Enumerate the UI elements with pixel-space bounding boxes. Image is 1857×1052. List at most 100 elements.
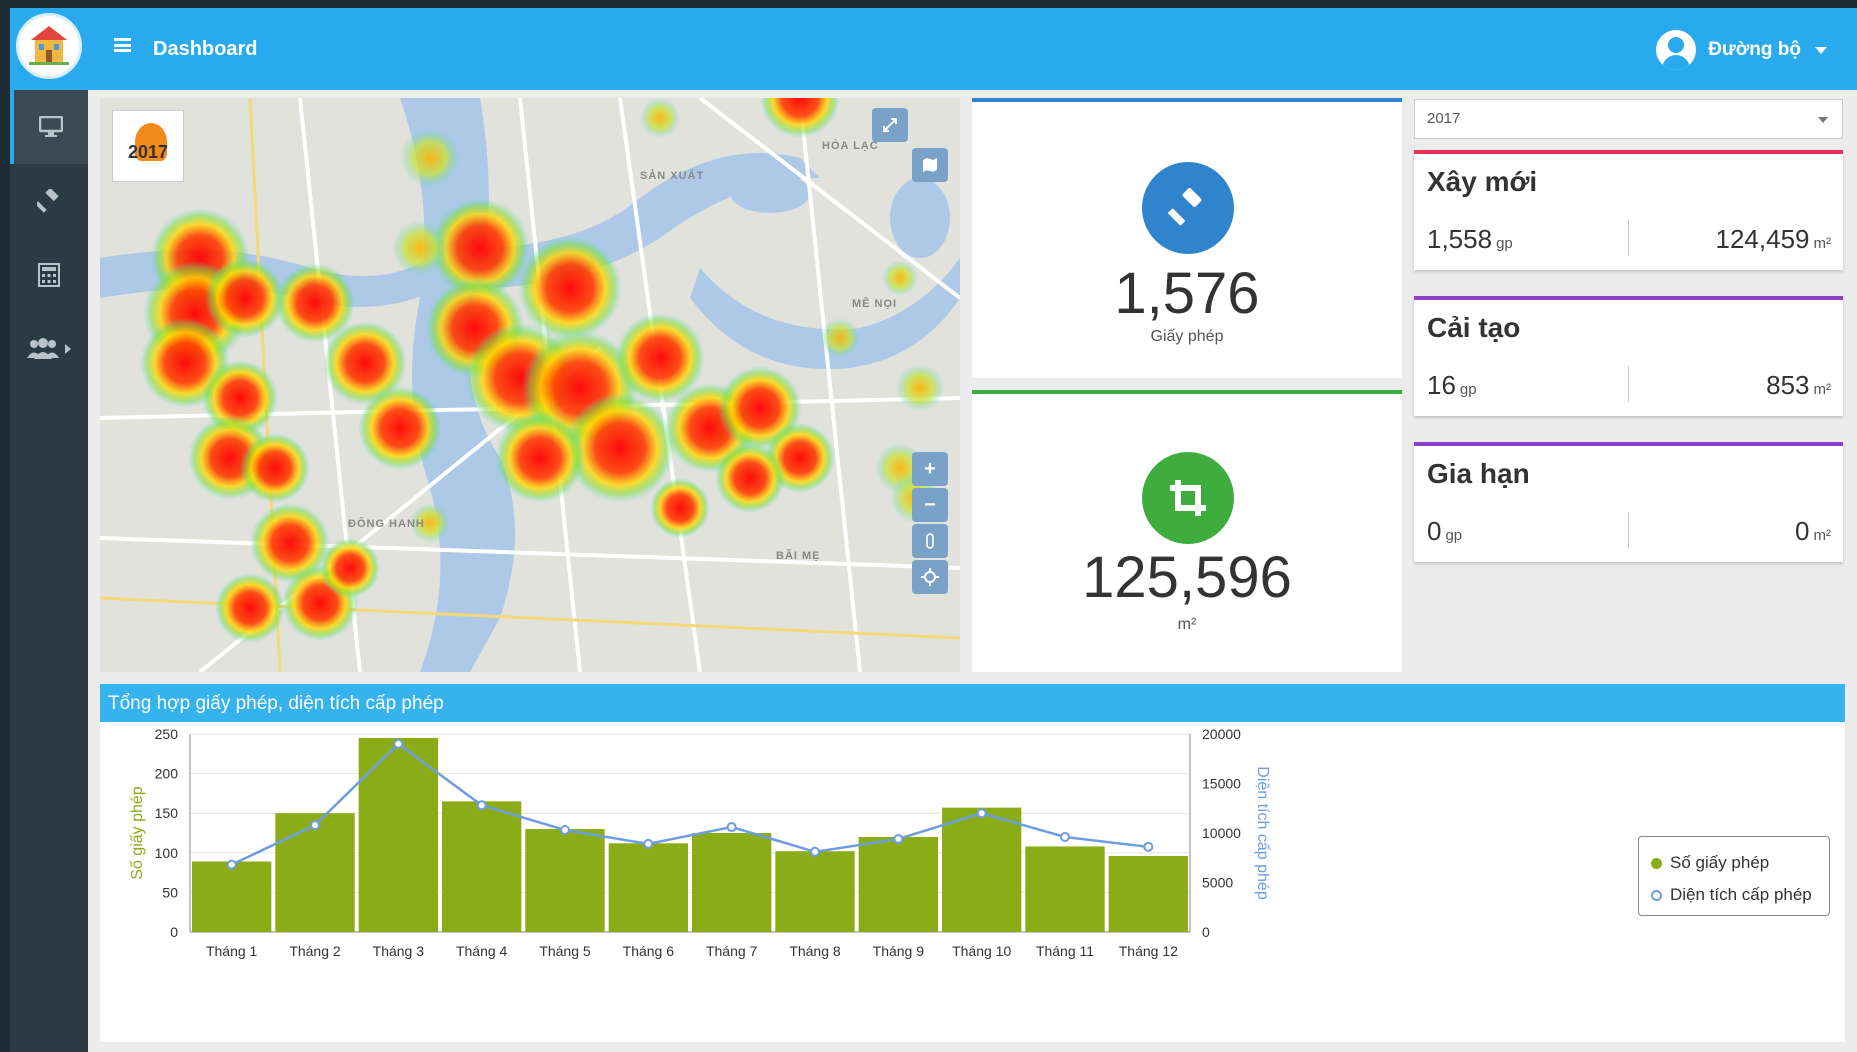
sidebar-item-dashboard[interactable] xyxy=(10,90,88,164)
y-tick-label: 250 xyxy=(155,726,179,742)
map-place-label: MÊ NỌI xyxy=(852,298,898,310)
user-name: Đường bộ xyxy=(1708,39,1801,60)
type-card-count: 0 gp xyxy=(1427,516,1463,546)
heatmap-map[interactable]: HÒA LẠC MÊ NỌI BÃI MẸ ĐÔNG HANH SẢN XUẤT… xyxy=(100,98,960,672)
x-tick-label: Tháng 10 xyxy=(952,943,1011,959)
y-tick-label: 100 xyxy=(155,845,179,861)
year-select-value: 2017 xyxy=(1427,110,1461,127)
map-place-label: HÒA LẠC xyxy=(822,140,879,152)
type-card-extension[interactable]: Gia hạn 0 gp 0 m² xyxy=(1414,442,1843,562)
chart-panel-title: Tổng hợp giấy phép, diện tích cấp phép xyxy=(100,684,1845,722)
legend-label: Diện tích cấp phép xyxy=(1670,885,1812,904)
summary-chart-panel: Tổng hợp giấy phép, diện tích cấp phép 0… xyxy=(100,684,1845,1042)
area-stat-unit: m² xyxy=(1177,616,1197,633)
permits-stat-card: 1,576 Giấy phép xyxy=(972,98,1402,378)
page-title: Dashboard xyxy=(153,38,258,60)
type-card-divider xyxy=(1628,220,1629,256)
type-card-new-build[interactable]: Xây mới 1,558 gp 124,459 m² xyxy=(1414,150,1843,270)
bar xyxy=(1025,846,1105,932)
zoom-in-button[interactable]: + xyxy=(912,452,948,486)
bar xyxy=(942,807,1022,932)
bar xyxy=(442,801,522,932)
area-stat-value: 125,596 xyxy=(1082,545,1292,610)
user-menu[interactable]: Đường bộ xyxy=(1656,30,1827,70)
map-layers-button[interactable] xyxy=(912,148,948,182)
bar xyxy=(775,851,855,932)
bar xyxy=(858,836,938,932)
crop-icon xyxy=(1170,480,1206,516)
calculator-icon xyxy=(38,263,60,287)
menu-toggle-icon[interactable] xyxy=(114,38,131,52)
legend-swatch xyxy=(1651,889,1662,901)
map-icon xyxy=(923,158,937,172)
bar xyxy=(358,737,438,932)
hand-icon xyxy=(926,533,934,549)
sidebar-item-users[interactable] xyxy=(10,312,88,386)
line-point xyxy=(893,833,904,844)
monitor-icon xyxy=(39,116,63,137)
permits-stat-value: 1,576 xyxy=(1114,261,1260,326)
y2-tick-label: 0 xyxy=(1202,924,1210,940)
sidebar-item-permits[interactable] xyxy=(10,164,88,238)
permits-stat-icon-circle xyxy=(1142,162,1234,254)
x-tick-label: Tháng 11 xyxy=(1036,943,1094,959)
line-point xyxy=(310,820,320,831)
line-point xyxy=(810,846,820,857)
users-icon xyxy=(27,338,59,359)
line-point xyxy=(976,808,987,819)
top-header: Dashboard Đường bộ xyxy=(10,8,1857,90)
y2-tick-label: 20000 xyxy=(1202,726,1241,742)
line-point xyxy=(1143,841,1154,852)
map-place-label: SẢN XUẤT xyxy=(640,170,705,182)
legend-item-area[interactable]: Diện tích cấp phép xyxy=(1651,879,1817,911)
line-point xyxy=(226,859,237,870)
map-year-marker[interactable]: 2017 xyxy=(112,110,184,182)
x-tick-label: Tháng 3 xyxy=(373,943,425,959)
gavel-icon xyxy=(37,189,59,213)
y2-axis-title: Diện tích cấp phép xyxy=(1254,766,1271,900)
legend-item-permits[interactable]: Số giấy phép xyxy=(1651,847,1817,879)
gavel-icon xyxy=(1168,188,1202,226)
y-tick-label: 200 xyxy=(155,766,179,782)
x-tick-label: Tháng 8 xyxy=(789,943,841,959)
area-stat-icon-circle xyxy=(1142,452,1234,544)
plus-icon: + xyxy=(924,457,936,480)
line-point xyxy=(560,825,570,836)
bar xyxy=(525,829,605,932)
x-tick-label: Tháng 5 xyxy=(539,943,591,959)
type-card-area: 124,459 m² xyxy=(1715,224,1831,254)
zoom-out-button[interactable]: − xyxy=(912,488,948,522)
map-year-label: 2017 xyxy=(127,142,169,162)
type-card-title: Cải tạo xyxy=(1427,312,1521,343)
year-select[interactable]: 2017 xyxy=(1414,99,1843,139)
y-tick-label: 50 xyxy=(162,884,178,900)
minus-icon: − xyxy=(924,493,936,516)
type-card-renovation[interactable]: Cải tạo 16 gp 853 m² xyxy=(1414,296,1843,416)
type-card-title: Xây mới xyxy=(1427,166,1538,197)
app-frame: Dashboard Đường bộ HÒA LẠC MÊ NỌI BÃI MẸ… xyxy=(10,8,1857,1052)
area-stat-card: 125,596 m² xyxy=(972,390,1402,672)
line-point xyxy=(726,822,737,833)
fullscreen-button[interactable] xyxy=(872,108,908,142)
bar xyxy=(192,861,272,932)
type-card-count: 16 gp xyxy=(1427,370,1477,400)
y2-tick-label: 10000 xyxy=(1202,825,1241,841)
type-card-divider xyxy=(1628,512,1629,548)
x-tick-label: Tháng 2 xyxy=(289,943,341,959)
type-card-area: 853 m² xyxy=(1766,370,1831,400)
sidebar-item-calculator[interactable] xyxy=(10,238,88,312)
type-card-divider xyxy=(1628,366,1629,402)
pan-button[interactable] xyxy=(912,524,948,558)
type-card-title: Gia hạn xyxy=(1427,458,1530,489)
permits-stat-unit: Giấy phép xyxy=(1150,328,1224,345)
app-logo[interactable] xyxy=(16,13,82,79)
x-tick-label: Tháng 1 xyxy=(206,943,258,959)
locate-button[interactable] xyxy=(912,560,948,594)
y-tick-label: 0 xyxy=(170,924,178,940)
chart-legend: Số giấy phép Diện tích cấp phép xyxy=(1638,836,1830,916)
bar xyxy=(1108,855,1188,932)
bar xyxy=(692,833,772,932)
line-point xyxy=(1060,831,1070,842)
y-axis-title: Số giấy phép xyxy=(129,786,146,880)
sidebar xyxy=(10,90,88,1052)
